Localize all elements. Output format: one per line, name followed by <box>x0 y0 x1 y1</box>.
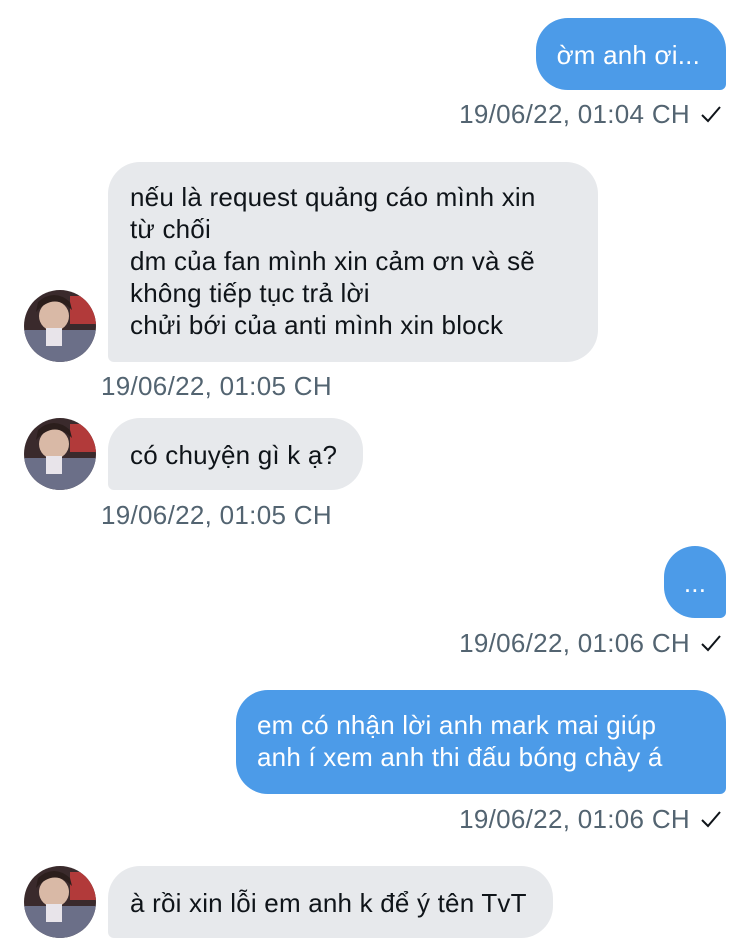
message-timestamp: 19/06/22, 01:06 CH <box>459 804 722 834</box>
check-icon <box>701 106 721 123</box>
timestamp-text: 19/06/22, 01:06 CH <box>459 628 690 658</box>
message-bubble-outgoing[interactable]: ... <box>664 546 726 618</box>
check-icon <box>701 811 721 828</box>
message-bubble-incoming[interactable]: có chuyện gì k ạ? <box>108 418 364 490</box>
message-bubble-outgoing[interactable]: ờm anh ơi... <box>535 18 726 90</box>
message-timestamp: 19/06/22, 01:05 CH <box>101 500 332 530</box>
message-timestamp: 19/06/22, 01:06 CH <box>459 628 722 658</box>
avatar[interactable] <box>24 418 96 490</box>
message-bubble-outgoing[interactable]: em có nhận lời anh mark mai giúp anh í x… <box>236 690 726 794</box>
avatar[interactable] <box>24 866 96 938</box>
message-timestamp: 19/06/22, 01:05 CH <box>101 371 332 401</box>
timestamp-text: 19/06/22, 01:06 CH <box>459 804 690 834</box>
message-bubble-incoming[interactable]: à rồi xin lỗi em anh k để ý tên TvT <box>108 866 553 938</box>
message-timestamp: 19/06/22, 01:04 CH <box>459 99 722 129</box>
avatar[interactable] <box>24 290 96 362</box>
check-icon <box>701 635 721 652</box>
message-bubble-incoming[interactable]: nếu là request quảng cáo mình xin từ chố… <box>108 162 598 362</box>
timestamp-text: 19/06/22, 01:04 CH <box>459 99 690 129</box>
